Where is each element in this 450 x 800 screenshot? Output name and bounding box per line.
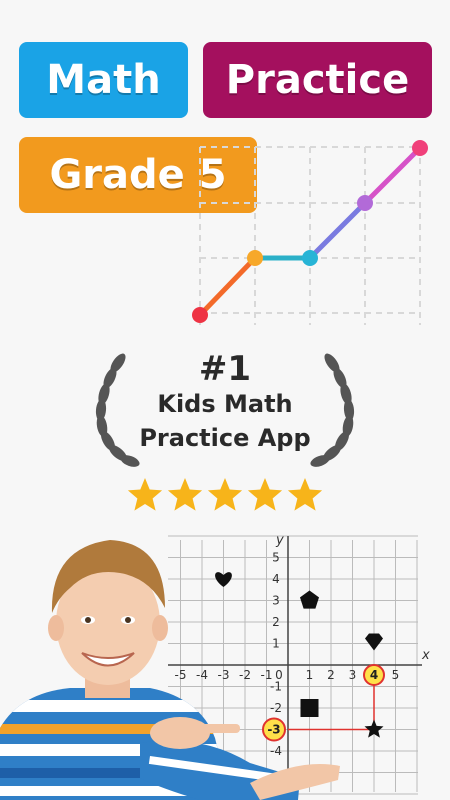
rating-stars [127, 478, 323, 511]
badge-line-1: Kids Math [157, 390, 293, 418]
rating-star-icon [247, 478, 283, 511]
rating-star-icon [207, 478, 243, 511]
x-axis-label: x [421, 648, 430, 663]
growth-chart-illustration [192, 140, 428, 325]
rating-star-icon [287, 478, 323, 511]
highlight-x-label: 4 [370, 668, 378, 682]
x-tick-label: 3 [349, 668, 357, 682]
growth-point-1 [192, 307, 208, 323]
growth-point-5 [412, 140, 428, 156]
growth-point-3 [302, 250, 318, 266]
title-practice-text: Practice [225, 57, 410, 103]
rating-star-icon [167, 478, 203, 511]
title-math-pill: Math [19, 42, 188, 118]
title-practice-pill: Practice [203, 42, 432, 118]
rating-star-icon [127, 478, 163, 511]
title-math-text: Math [46, 57, 161, 103]
growth-point-4 [357, 195, 373, 211]
badge-line-2: Practice App [139, 424, 311, 452]
diamond-icon [365, 633, 383, 651]
badge-rank: #1 [198, 349, 252, 389]
growth-point-2 [247, 250, 263, 266]
x-tick-label: 5 [392, 668, 400, 682]
boy-photo-illustration [0, 540, 340, 800]
